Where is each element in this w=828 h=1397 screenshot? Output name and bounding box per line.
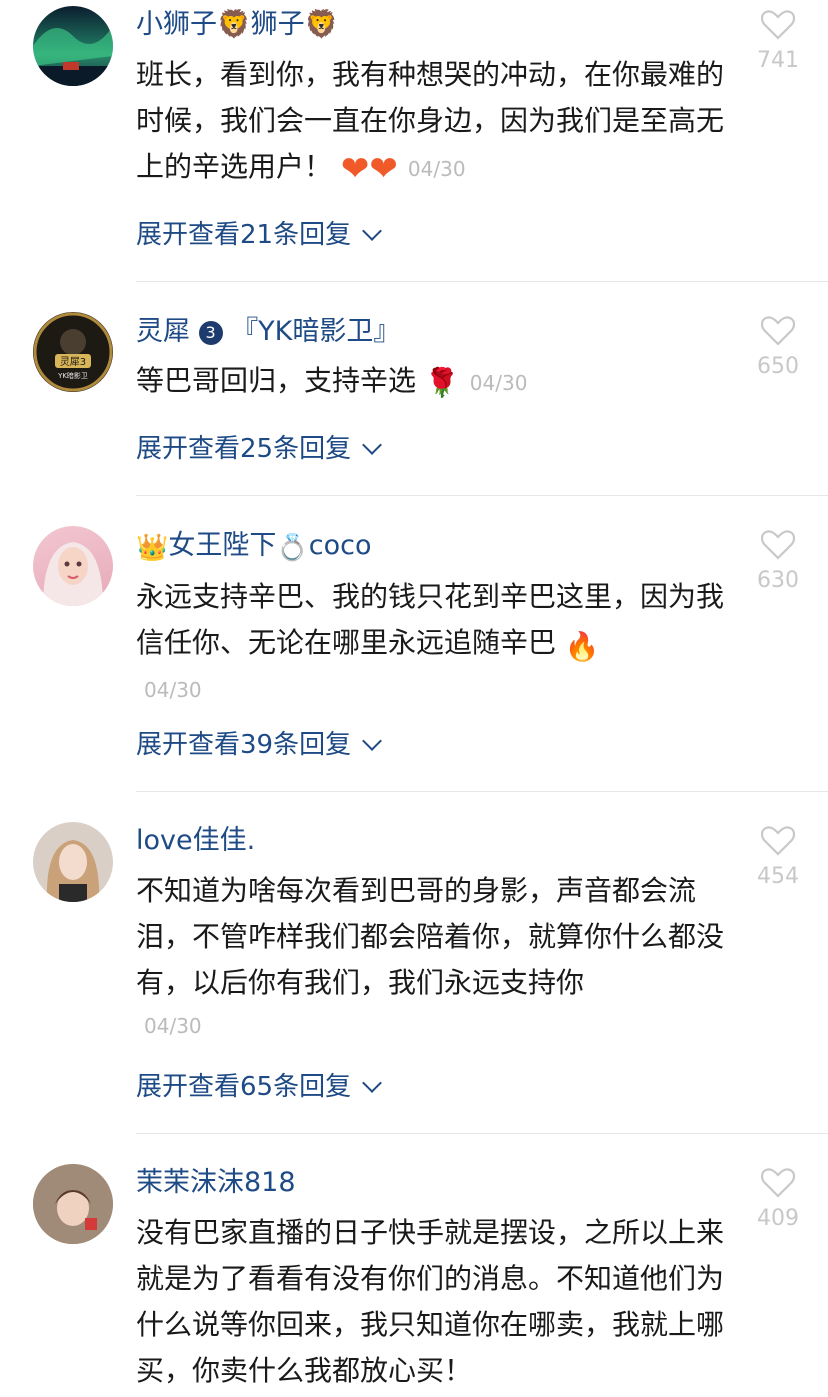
like-count: 741 [757,48,799,73]
heart-outline-icon [761,1168,795,1198]
crown-emoji-icon: 👑 [136,533,169,563]
comment-body: 不知道为啥每次看到巴哥的身影，声音都会流泪，不管咋样我们都会陪着你，就算你什么都… [136,874,725,999]
divider [136,1133,828,1134]
like-button[interactable]: 409 [756,1168,800,1231]
comment-body: 永远支持辛巴、我的钱只花到辛巴这里，因为我信任你、无论在哪里永远追随辛巴 [136,580,725,659]
avatar[interactable] [33,1164,113,1244]
heart-outline-icon [761,530,795,560]
like-count: 409 [757,1206,799,1231]
avatar-badge-subtext: YK暗影卫 [57,371,88,380]
like-count: 454 [757,864,799,889]
avatar[interactable] [33,6,113,86]
expand-replies-label: 展开查看39条回复 [136,730,352,760]
expand-replies-label: 展开查看65条回复 [136,1072,352,1102]
girl-avatar-icon [46,840,100,902]
comment-text: 等巴哥回归，支持辛选 🌹 04/30 [136,358,726,406]
comment-date: 04/30 [144,1014,202,1038]
expand-replies-button[interactable]: 展开查看39条回复 [136,728,382,762]
author-name-suffix[interactable]: coco [309,530,372,561]
comment-author[interactable]: 茉茉沫沫818 [136,1166,296,1200]
comment-author[interactable]: 灵犀 3 『YK暗影卫』 [136,315,400,349]
comment-text: 没有巴家直播的日子快手就是摆设，之所以上来就是为了看看有没有你们的消息。不知道他… [136,1210,726,1394]
author-name[interactable]: love佳佳. [136,825,255,856]
expand-replies-button[interactable]: 展开查看65条回复 [136,1070,382,1104]
author-name[interactable]: 灵犀 [136,316,190,347]
comment-text: 班长，看到你，我有种想哭的冲动，在你最难的时候，我们会一直在你身边，因为我们是至… [136,52,726,192]
divider [136,791,828,792]
heart-outline-icon [761,316,795,346]
heart-emoji-icon: ❤❤ [340,149,398,189]
girl-avatar-icon [43,542,103,606]
chevron-down-icon [362,221,382,241]
expand-replies-label: 展开查看21条回复 [136,220,352,250]
avatar[interactable] [33,526,113,606]
divider [136,281,828,282]
divider [136,495,828,496]
comment-author[interactable]: love佳佳. [136,824,255,858]
comment-date: 04/30 [407,157,466,181]
comment-date: 04/30 [144,678,202,702]
comment-body: 等巴哥回归，支持辛选 [136,364,417,397]
child-avatar-icon [33,1164,113,1244]
comment-body: 没有巴家直播的日子快手就是摆设，之所以上来就是为了看看有没有你们的消息。不知道他… [136,1216,725,1387]
author-name[interactable]: 女王陛下 [168,530,276,561]
rose-emoji-icon: 🌹 [424,366,460,399]
author-name[interactable]: 茉茉沫沫818 [136,1167,296,1198]
badge-avatar-icon: 灵犀3 YK暗影卫 [33,312,113,392]
level-badge: 3 [198,321,223,345]
like-button[interactable]: 741 [756,10,800,73]
like-button[interactable]: 650 [756,316,800,379]
comment-author[interactable]: 小狮子🦁狮子🦁 [136,8,338,42]
chevron-down-icon [362,731,382,751]
expand-replies-label: 展开查看25条回复 [136,434,352,464]
comment-author[interactable]: 👑女王陛下💍coco [136,529,371,565]
like-count: 650 [757,354,799,379]
fire-emoji-icon: 🔥 [564,630,600,663]
expand-replies-button[interactable]: 展开查看25条回复 [136,432,382,466]
avatar[interactable]: 灵犀3 YK暗影卫 [33,312,113,392]
comment-text: 永远支持辛巴、我的钱只花到辛巴这里，因为我信任你、无论在哪里永远追随辛巴 🔥 0… [136,574,726,710]
expand-replies-button[interactable]: 展开查看21条回复 [136,218,382,252]
aurora-avatar-icon [33,26,113,86]
ring-emoji-icon: 💍 [276,533,309,563]
like-button[interactable]: 454 [756,826,800,889]
author-name[interactable]: 小狮子🦁狮子🦁 [136,9,338,40]
avatar-badge-text: 灵犀3 [60,356,86,368]
comment-date: 04/30 [469,371,528,395]
heart-outline-icon [761,10,795,40]
like-button[interactable]: 630 [756,530,800,593]
avatar[interactable] [33,822,113,902]
chevron-down-icon [362,435,382,455]
chevron-down-icon [362,1073,382,1093]
heart-outline-icon [761,826,795,856]
like-count: 630 [757,568,799,593]
comment-text: 不知道为啥每次看到巴哥的身影，声音都会流泪，不管咋样我们都会陪着你，就算你什么都… [136,868,726,1046]
author-tag: 『YK暗影卫』 [231,316,401,347]
